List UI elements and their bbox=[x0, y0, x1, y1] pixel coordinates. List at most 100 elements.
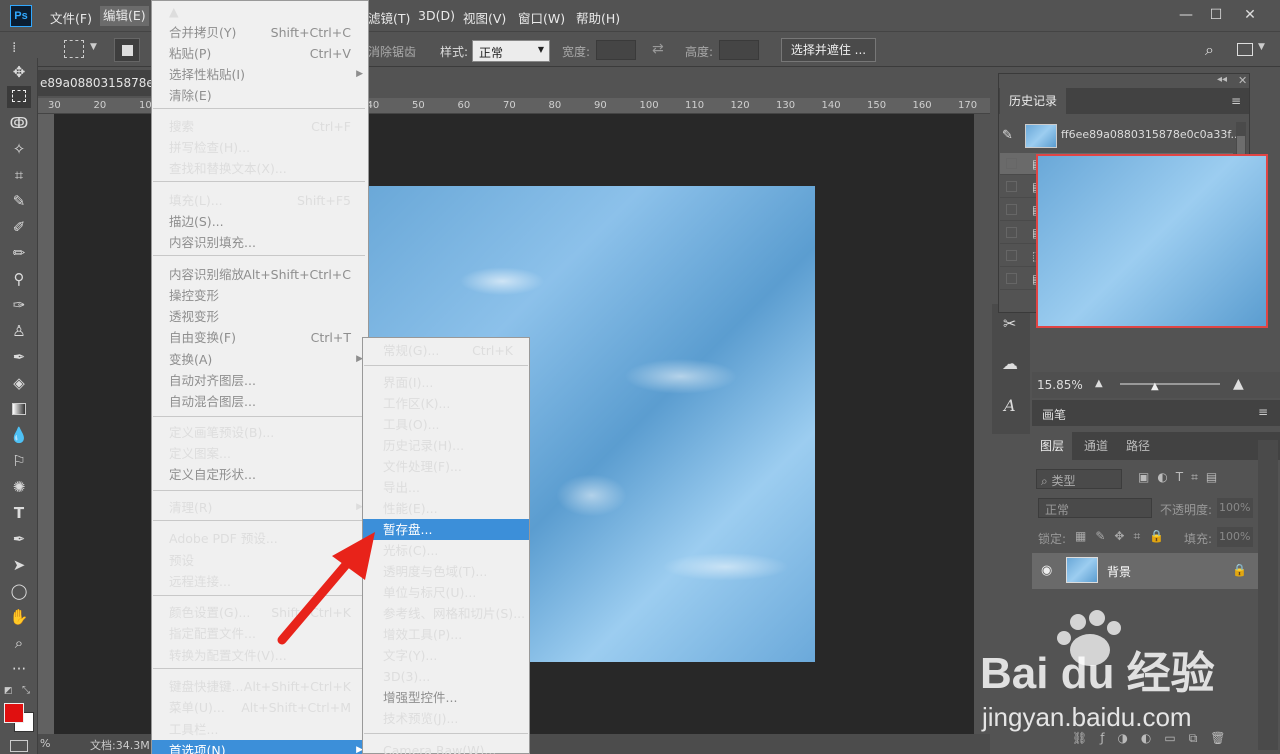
history-brush-source-icon[interactable]: ✎ bbox=[1002, 128, 1013, 143]
search-icon[interactable]: ⌕ bbox=[1205, 40, 1214, 60]
chevron-down-icon[interactable]: ▼ bbox=[1258, 42, 1265, 52]
height-input[interactable] bbox=[719, 40, 759, 60]
sponge-tool-icon[interactable]: ✺ bbox=[7, 476, 31, 498]
menu-filter[interactable]: 滤镜(T) bbox=[368, 8, 410, 27]
history-brush-icon[interactable]: ✑ bbox=[7, 294, 31, 316]
history-source-checkbox[interactable] bbox=[1006, 158, 1017, 169]
zoom-slider[interactable] bbox=[1120, 383, 1220, 385]
close-button[interactable]: ✕ bbox=[1238, 4, 1262, 26]
menu-file[interactable]: 文件(F) bbox=[50, 8, 92, 27]
edit-menu-item[interactable]: 填充(L)... Shift+F5 bbox=[152, 190, 368, 211]
layer-filter-icons[interactable]: ▣◐T⌗▤ bbox=[1138, 470, 1225, 485]
quick-select-tool-icon[interactable]: ✧ bbox=[7, 138, 31, 160]
edit-menu-item[interactable]: 菜单(U)... Alt+Shift+Ctrl+M bbox=[152, 697, 368, 718]
menu-view[interactable]: 视图(V) bbox=[463, 8, 506, 27]
preferences-menu-item[interactable]: Camera Raw(W)... bbox=[363, 740, 529, 754]
lasso-tool-icon[interactable]: ↂ bbox=[7, 112, 31, 134]
workspace-icon[interactable] bbox=[1237, 43, 1253, 56]
select-and-mask-button[interactable]: 选择并遮住 ... bbox=[781, 38, 876, 62]
preferences-menu-item[interactable]: 文件处理(F)... bbox=[363, 456, 529, 477]
edit-menu-item[interactable]: 定义图案... bbox=[152, 443, 368, 464]
panel-close-icon[interactable]: ✕ bbox=[1238, 74, 1247, 87]
foreground-color-swatch[interactable] bbox=[4, 703, 24, 723]
edit-menu-item[interactable]: 首选项(N) ▶ bbox=[152, 740, 368, 754]
edit-menu-item[interactable]: 拼写检查(H)... bbox=[152, 137, 368, 158]
tab-channels[interactable]: 通道 bbox=[1078, 432, 1114, 460]
menu-3d[interactable]: 3D(D) bbox=[418, 8, 455, 23]
cc-libraries-icon[interactable]: ☁ bbox=[1002, 354, 1018, 373]
panel-menu-icon[interactable]: ≡ bbox=[1258, 405, 1268, 419]
zoom-slider-handle[interactable]: ▲ bbox=[1151, 381, 1159, 392]
history-source-checkbox[interactable] bbox=[1006, 273, 1017, 284]
menu-window[interactable]: 窗口(W) bbox=[518, 8, 565, 27]
zoom-in-icon[interactable]: ▲ bbox=[1233, 376, 1244, 392]
navigator-thumbnail[interactable] bbox=[1036, 154, 1268, 328]
art-brush-icon[interactable]: ✒ bbox=[7, 346, 31, 368]
preferences-menu-item[interactable]: 3D(3)... bbox=[363, 666, 529, 687]
move-tool-icon[interactable]: ✥ bbox=[7, 61, 31, 83]
preferences-menu-item[interactable]: 历史记录(H)... bbox=[363, 435, 529, 456]
panel-menu-icon[interactable]: ≡ bbox=[1231, 94, 1241, 108]
menu-help[interactable]: 帮助(H) bbox=[576, 8, 620, 27]
pen-tool-icon[interactable]: ✒ bbox=[7, 528, 31, 550]
path-select-icon[interactable]: ➤ bbox=[7, 554, 31, 576]
dodge-tool-icon[interactable]: ⚐ bbox=[7, 450, 31, 472]
fill-input[interactable]: 100% bbox=[1217, 527, 1253, 547]
snapshot-name[interactable]: ff6ee89a0880315878e0c0a33f... bbox=[1061, 128, 1241, 141]
zoom-out-icon[interactable]: ▲ bbox=[1095, 378, 1103, 389]
preferences-menu-item[interactable]: 性能(E)... bbox=[363, 498, 529, 519]
swap-colors-icon[interactable]: ⤡ bbox=[22, 685, 30, 696]
blend-mode-select[interactable]: 正常 bbox=[1038, 498, 1152, 518]
preferences-menu-item[interactable]: 界面(I)... bbox=[363, 372, 529, 393]
tab-history[interactable]: 历史记录 bbox=[1000, 88, 1066, 114]
maximize-button[interactable]: ☐ bbox=[1204, 4, 1228, 26]
gradient-tool-icon[interactable] bbox=[7, 398, 31, 420]
lock-icons[interactable]: ▦✎✥⌗🔒 bbox=[1075, 529, 1173, 544]
eye-icon[interactable]: ◉ bbox=[1041, 563, 1052, 578]
edit-menu-item[interactable]: 键盘快捷键... Alt+Shift+Ctrl+K bbox=[152, 676, 368, 697]
style-select[interactable]: 正常 ▼ bbox=[472, 40, 550, 62]
type-tool-icon[interactable]: T bbox=[7, 502, 31, 524]
blur-tool-icon[interactable]: 💧 bbox=[7, 424, 31, 446]
hand-tool-icon[interactable]: ✋ bbox=[7, 606, 31, 628]
preferences-menu-item[interactable]: 工作区(K)... bbox=[363, 393, 529, 414]
brush-tool-icon[interactable]: ✏ bbox=[7, 242, 31, 264]
default-colors-icon[interactable]: ◩ bbox=[4, 686, 13, 696]
new-selection-icon[interactable] bbox=[114, 38, 140, 62]
marquee-preset-icon[interactable] bbox=[64, 40, 84, 58]
quick-mask-icon[interactable] bbox=[10, 740, 28, 752]
navigator-zoom-value[interactable]: 15.85% bbox=[1037, 378, 1083, 392]
healing-brush-icon[interactable]: ✐ bbox=[7, 216, 31, 238]
tab-layers[interactable]: 图层 bbox=[1032, 432, 1072, 460]
swap-icon[interactable]: ⇄ bbox=[652, 41, 664, 57]
brush-panel-title[interactable]: 画笔 bbox=[1042, 406, 1066, 423]
eyedropper-tool-icon[interactable]: ✎ bbox=[7, 190, 31, 212]
ellipse-tool-icon[interactable]: ◯ bbox=[7, 580, 31, 602]
layer-name[interactable]: 背景 bbox=[1107, 563, 1131, 580]
minimize-button[interactable]: — bbox=[1174, 4, 1198, 26]
history-source-checkbox[interactable] bbox=[1006, 204, 1017, 215]
layer-filter-select[interactable]: ⌕ 类型 bbox=[1036, 469, 1122, 489]
preferences-menu-item[interactable]: 工具(O)... bbox=[363, 414, 529, 435]
clone-stamp-icon[interactable]: ⚲ bbox=[7, 268, 31, 290]
more-tools-icon[interactable]: ··· bbox=[7, 658, 31, 680]
crop-tool-icon[interactable]: ⌗ bbox=[7, 164, 31, 186]
edit-menu-item[interactable]: 搜索 Ctrl+F bbox=[152, 116, 368, 137]
edit-menu-item[interactable]: 工具栏... bbox=[152, 719, 368, 740]
tools-panel-icon[interactable]: ✂ bbox=[1003, 314, 1016, 333]
preferences-menu-item[interactable]: 常规(G)... Ctrl+K bbox=[363, 340, 529, 361]
marquee-tool-icon[interactable] bbox=[7, 86, 31, 108]
opacity-input[interactable]: 100% bbox=[1217, 498, 1253, 518]
stamp-icon[interactable]: ♙ bbox=[7, 320, 31, 342]
edit-menu-item[interactable]: 查找和替换文本(X)... bbox=[152, 158, 368, 179]
history-source-checkbox[interactable] bbox=[1006, 227, 1017, 238]
preferences-menu-item[interactable]: 技术预览(J)... bbox=[363, 708, 529, 729]
chevron-down-icon[interactable]: ▼ bbox=[90, 42, 97, 52]
character-panel-icon[interactable]: A bbox=[1004, 396, 1016, 415]
history-source-checkbox[interactable] bbox=[1006, 181, 1017, 192]
edit-menu-item[interactable]: ▲ bbox=[152, 1, 368, 22]
tab-paths[interactable]: 路径 bbox=[1120, 432, 1156, 460]
preferences-menu-item[interactable]: 导出... bbox=[363, 477, 529, 498]
menu-edit[interactable]: 编辑(E) bbox=[100, 6, 149, 26]
width-input[interactable] bbox=[596, 40, 636, 60]
